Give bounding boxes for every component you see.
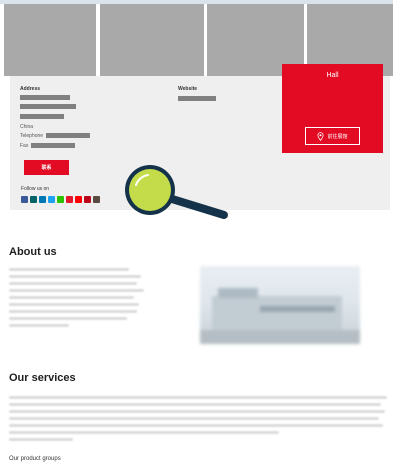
about-company-image: [200, 266, 360, 344]
hall-panel: Hall 前往展馆: [282, 64, 383, 153]
wechat-icon[interactable]: [57, 196, 64, 203]
weibo-icon[interactable]: [66, 196, 73, 203]
fax-label: Fax: [20, 143, 29, 149]
services-heading: Our services: [9, 372, 76, 384]
hall-title: Hall: [326, 72, 339, 79]
gallery-image[interactable]: [100, 4, 204, 76]
telephone-label: Telephone: [20, 133, 44, 139]
instagram-icon[interactable]: [93, 196, 100, 203]
website-label: Website: [178, 86, 198, 92]
twitter-icon[interactable]: [48, 196, 55, 203]
product-groups-label: Our product groups: [9, 456, 61, 462]
youtube-icon[interactable]: [75, 196, 82, 203]
address-label: Address: [20, 86, 41, 92]
contact-button[interactable]: 联系: [24, 160, 69, 175]
magnifier-icon: [125, 165, 228, 219]
redacted-text: [20, 95, 70, 100]
social-icons: [21, 196, 100, 204]
follow-us-label: Follow us on: [21, 186, 50, 192]
hall-map-button[interactable]: 前往展馆: [305, 127, 360, 145]
linkedin-icon[interactable]: [39, 196, 46, 203]
country-text: China: [20, 124, 34, 130]
redacted-text: [20, 114, 64, 119]
location-pin-icon: [318, 131, 324, 141]
redacted-text: [20, 104, 76, 109]
website-link[interactable]: [178, 96, 216, 101]
telephone-value: [46, 133, 90, 138]
gallery-image[interactable]: [4, 4, 96, 76]
about-heading: About us: [9, 246, 57, 258]
hall-map-button-label: 前往展馆: [327, 133, 348, 140]
facebook-icon[interactable]: [21, 196, 28, 203]
fax-value: [31, 143, 75, 148]
pinterest-icon[interactable]: [84, 196, 91, 203]
xing-icon[interactable]: [30, 196, 37, 203]
